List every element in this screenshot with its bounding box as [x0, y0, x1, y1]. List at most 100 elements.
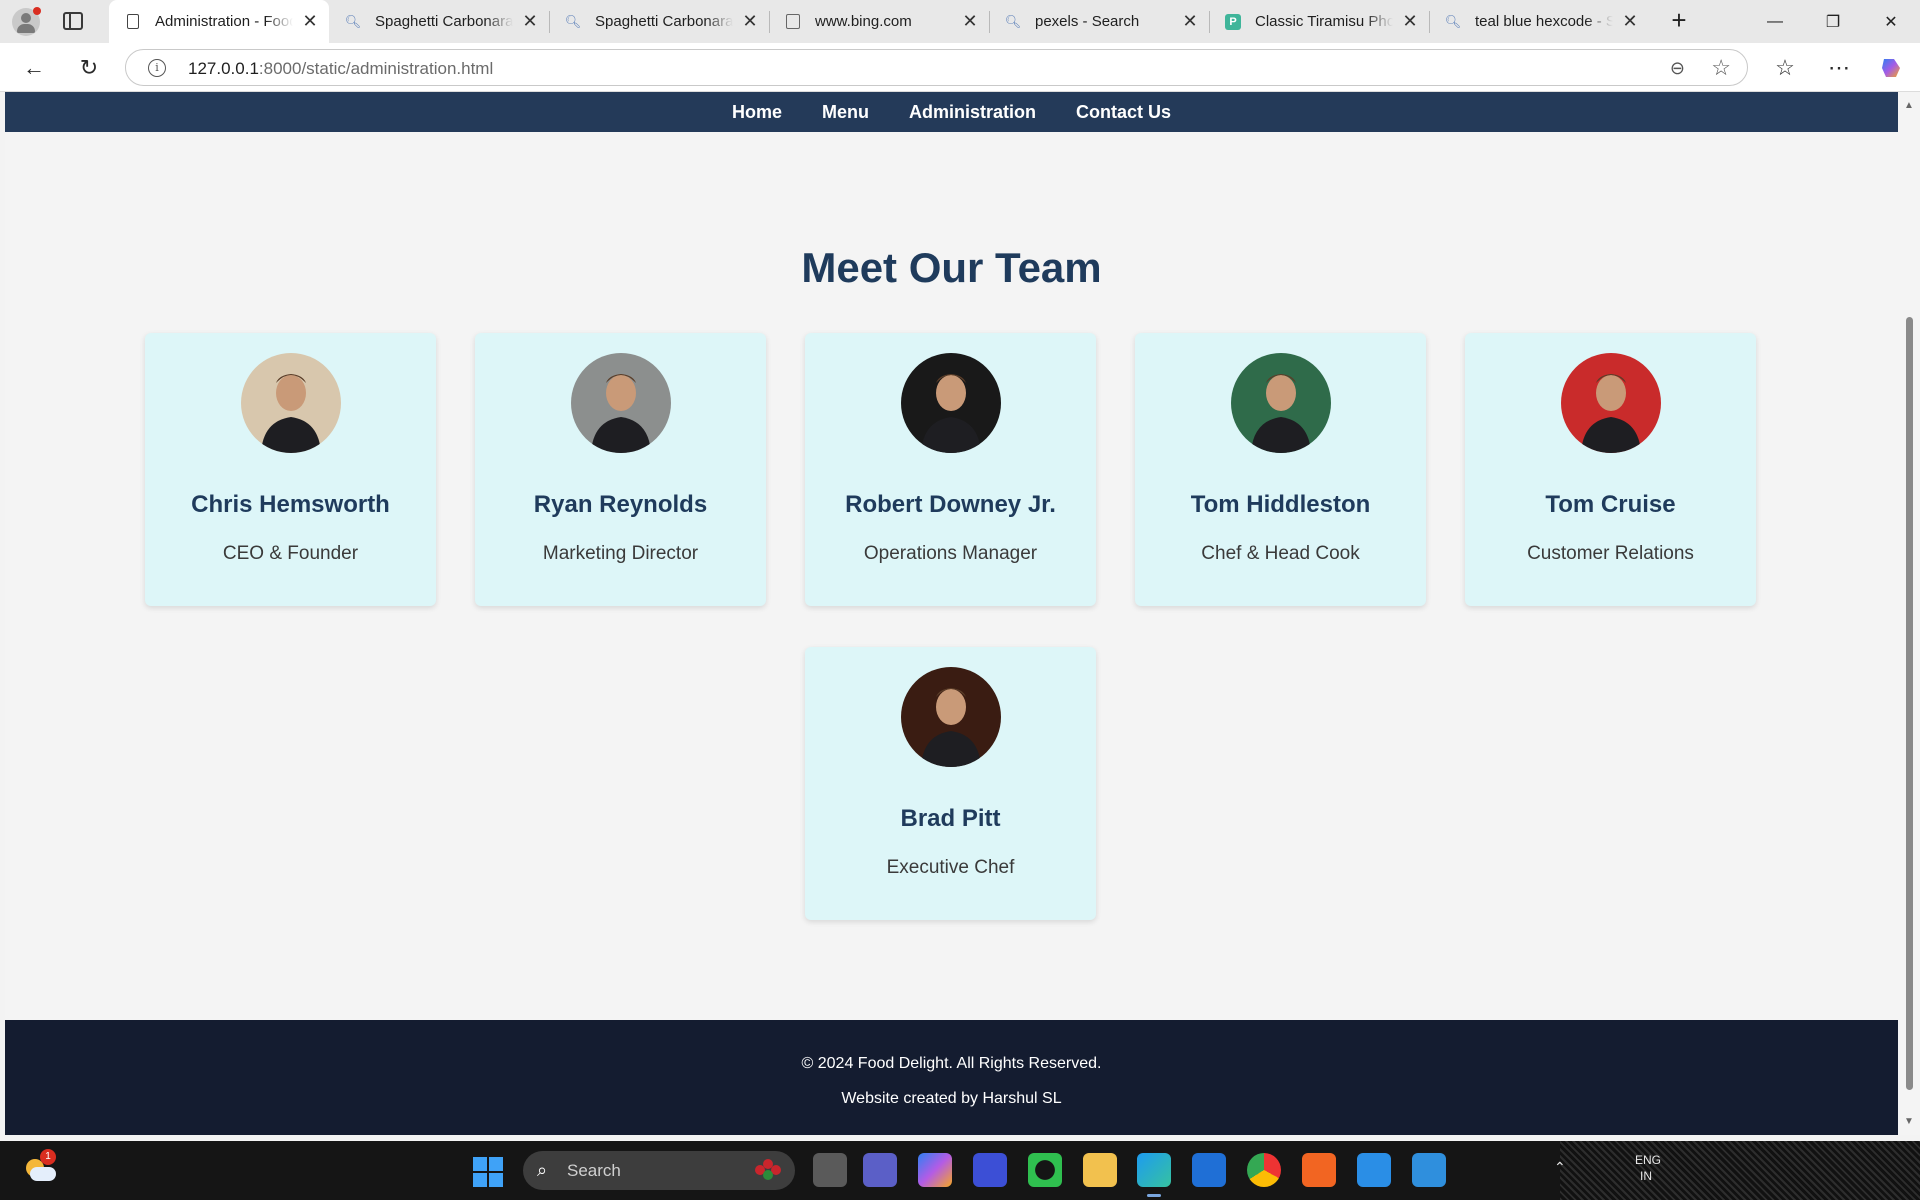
browser-toolbar: ← ↻ i 127.0.0.1:8000/static/administrati…	[0, 43, 1920, 92]
nav-contact-us[interactable]: Contact Us	[1076, 102, 1171, 123]
close-tab-icon[interactable]: ✕	[741, 11, 759, 32]
favorites-icon[interactable]: ☆	[1769, 52, 1801, 84]
edge-browser-icon[interactable]	[1137, 1153, 1171, 1197]
minimize-icon[interactable]: —	[1752, 0, 1798, 43]
avatar	[901, 353, 1001, 453]
region-indicator: IN	[1640, 1169, 1652, 1183]
nav-home[interactable]: Home	[732, 102, 782, 123]
member-role: Executive Chef	[886, 857, 1015, 878]
search-icon: 🔍︎	[1444, 13, 1462, 29]
teams-icon[interactable]	[863, 1153, 897, 1187]
scrollbar-thumb[interactable]	[1906, 317, 1913, 1090]
member-name: Ryan Reynolds	[533, 491, 708, 518]
poinsettia-icon	[755, 1159, 781, 1181]
member-role: Marketing Director	[542, 543, 699, 564]
nav-menu[interactable]: Menu	[822, 102, 869, 123]
tab-bing[interactable]: www.bing.com ✕	[769, 0, 989, 43]
search-icon: 🔍︎	[1004, 13, 1022, 29]
footer-credit: Website created by Harshul SL	[841, 1090, 1062, 1107]
tray-chevron-icon[interactable]: ⌃	[1554, 1159, 1566, 1176]
nav-administration[interactable]: Administration	[909, 102, 1036, 123]
task-view-icon[interactable]	[813, 1153, 847, 1187]
avatar	[571, 353, 671, 453]
member-name: Chris Hemsworth	[191, 491, 390, 518]
footer-copyright: © 2024 Food Delight. All Rights Reserved…	[801, 1055, 1102, 1072]
arc-app-icon[interactable]	[973, 1153, 1007, 1187]
vscode-icon[interactable]	[1357, 1153, 1391, 1187]
circle-app-icon[interactable]	[1028, 1153, 1062, 1187]
profile-avatar-icon[interactable]	[12, 7, 41, 36]
url-text: 127.0.0.1:8000/static/administration.htm…	[188, 59, 494, 78]
address-bar[interactable]: i 127.0.0.1:8000/static/administration.h…	[125, 49, 1748, 86]
tab-spaghetti-2[interactable]: 🔍︎ Spaghetti Carbonara - Search ✕	[549, 0, 769, 43]
tab-title: Classic Tiramisu Photos	[1255, 13, 1393, 30]
avatar	[1561, 353, 1661, 453]
site-info-icon[interactable]: i	[148, 59, 166, 77]
brave-icon[interactable]	[1302, 1153, 1336, 1187]
refresh-icon[interactable]: ↻	[73, 52, 105, 84]
tab-teal-blue[interactable]: 🔍︎ teal blue hexcode - Search ✕	[1429, 0, 1649, 43]
favorite-star-icon[interactable]: ☆	[1711, 55, 1731, 81]
copilot-app-icon[interactable]	[918, 1153, 952, 1187]
taskbar-search-placeholder: Search	[567, 1161, 621, 1180]
taskbar-search-box[interactable]: ⌕ Search	[523, 1151, 795, 1190]
close-tab-icon[interactable]: ✕	[1181, 11, 1199, 32]
file-explorer-icon[interactable]	[1083, 1153, 1117, 1187]
page-viewport: Home Menu Administration Contact Us Meet…	[5, 92, 1898, 1135]
new-tab-icon[interactable]: +	[1664, 6, 1694, 36]
close-window-icon[interactable]: ✕	[1868, 0, 1914, 43]
search-icon: 🔍︎	[564, 13, 582, 29]
page-icon	[125, 14, 141, 30]
tab-tiramisu[interactable]: P Classic Tiramisu Photos ✕	[1209, 0, 1429, 43]
tab-title: Administration - Food Delight	[155, 13, 293, 30]
page-scrollbar[interactable]: ▲ ▼	[1898, 92, 1920, 1135]
tab-administration[interactable]: Administration - Food Delight ✕	[109, 0, 329, 43]
weather-widget-icon[interactable]: 1	[24, 1149, 56, 1183]
page-error-icon	[785, 14, 801, 30]
scroll-up-icon[interactable]: ▲	[1904, 100, 1914, 111]
search-icon: 🔍︎	[344, 13, 362, 29]
chrome-icon[interactable]	[1247, 1153, 1281, 1187]
copilot-icon[interactable]	[1876, 52, 1908, 84]
notification-badge: 1	[40, 1149, 56, 1165]
close-tab-icon[interactable]: ✕	[961, 11, 979, 32]
windows-start-icon[interactable]	[473, 1157, 503, 1187]
team-card: Tom Cruise Customer Relations	[1465, 333, 1756, 606]
site-navbar: Home Menu Administration Contact Us	[5, 92, 1898, 132]
search-icon: ⌕	[537, 1160, 548, 1180]
microsoft-store-icon[interactable]	[1192, 1153, 1226, 1187]
zoom-icon[interactable]: ⊖	[1670, 58, 1685, 79]
tab-title: www.bing.com	[815, 13, 912, 30]
site-footer: © 2024 Food Delight. All Rights Reserved…	[5, 1020, 1898, 1135]
member-name: Brad Pitt	[900, 805, 1001, 832]
tab-actions-icon[interactable]	[63, 12, 83, 30]
back-arrow-icon[interactable]: ←	[18, 52, 50, 84]
restore-icon[interactable]: ❐	[1810, 0, 1856, 43]
close-tab-icon[interactable]: ✕	[521, 11, 539, 32]
close-tab-icon[interactable]: ✕	[301, 11, 319, 32]
tab-title: pexels - Search	[1035, 13, 1140, 30]
avatar	[241, 353, 341, 453]
close-tab-icon[interactable]: ✕	[1621, 11, 1639, 32]
language-indicator[interactable]: ENG	[1635, 1153, 1661, 1167]
avatar	[901, 667, 1001, 767]
scroll-down-icon[interactable]: ▼	[1904, 1116, 1914, 1127]
member-role: CEO & Founder	[222, 543, 359, 564]
member-name: Tom Hiddleston	[1190, 491, 1371, 518]
member-name: Robert Downey Jr.	[845, 491, 1056, 518]
tab-title: teal blue hexcode - Search	[1475, 13, 1613, 30]
tab-pexels[interactable]: 🔍︎ pexels - Search ✕	[989, 0, 1209, 43]
more-options-icon[interactable]: ⋯	[1823, 52, 1855, 84]
photos-app-icon[interactable]	[1412, 1153, 1446, 1187]
team-card: Ryan Reynolds Marketing Director	[475, 333, 766, 606]
browser-tab-strip: Administration - Food Delight ✕ 🔍︎ Spagh…	[0, 0, 1920, 43]
tab-spaghetti-1[interactable]: 🔍︎ Spaghetti Carbonara - Search ✕	[329, 0, 549, 43]
member-role: Operations Manager	[863, 543, 1038, 564]
tab-title: Spaghetti Carbonara - Search	[375, 13, 513, 30]
team-card: Chris Hemsworth CEO & Founder	[145, 333, 436, 606]
member-role: Customer Relations	[1527, 543, 1694, 564]
windows-taskbar: 1 ⌕ Search ⌃ ENG IN	[0, 1141, 1920, 1200]
avatar	[1231, 353, 1331, 453]
team-card: Brad Pitt Executive Chef	[805, 647, 1096, 920]
close-tab-icon[interactable]: ✕	[1401, 11, 1419, 32]
